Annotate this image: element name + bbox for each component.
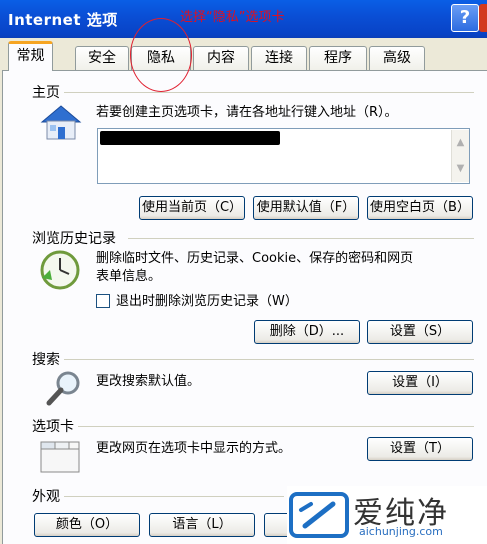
homepage-divider (64, 92, 474, 93)
history-settings-button[interactable]: 设置（S） (367, 320, 473, 344)
tabs-description: 更改网页在选项卡中显示的方式。 (96, 441, 292, 456)
window-title: Internet 选项 (8, 11, 118, 29)
history-description-line1: 删除临时文件、历史记录、Cookie、保存的密码和网页 (96, 251, 414, 266)
search-divider (64, 359, 474, 360)
scroll-down-arrow-icon[interactable]: ▼ (451, 156, 469, 182)
search-group-label: 搜索 (32, 352, 60, 368)
delete-history-button[interactable]: 删除（D）... (254, 320, 360, 344)
history-group-label: 浏览历史记录 (32, 231, 116, 247)
homepage-description: 若要创建主页选项卡，请在各地址行键入地址（R）。 (96, 105, 398, 120)
colors-button[interactable]: 颜色（O） (34, 513, 140, 537)
help-button[interactable]: ? (451, 4, 479, 32)
watermark: 爱纯净 aichunjing.com (287, 486, 487, 544)
search-description: 更改搜索默认值。 (96, 374, 201, 389)
appearance-divider (64, 496, 284, 497)
tab-content[interactable]: 内容 (193, 46, 249, 70)
search-settings-button[interactable]: 设置（I） (367, 371, 473, 395)
watermark-url: aichunjing.com (359, 525, 443, 538)
redacted-address (100, 131, 280, 145)
appearance-group-label: 外观 (32, 489, 60, 505)
scroll-up-arrow-icon[interactable]: ▲ (451, 130, 469, 156)
tab-advanced[interactable]: 高级 (369, 46, 425, 70)
history-description-line2: 表单信息。 (96, 269, 162, 284)
tab-security[interactable]: 安全 (75, 46, 129, 70)
homepage-group-label: 主页 (32, 85, 60, 101)
delete-on-exit-label[interactable]: 退出时删除浏览历史记录（W） (116, 293, 298, 311)
tab-programs[interactable]: 程序 (309, 46, 367, 70)
watermark-logo-icon (289, 492, 349, 538)
annotation-label: 选择“隐私”选项卡 (180, 10, 285, 25)
tabs-window-icon (40, 441, 80, 473)
history-clock-icon (40, 250, 80, 290)
title-bar[interactable]: Internet 选项 选择“隐私”选项卡 ? (0, 0, 487, 38)
use-blank-button[interactable]: 使用空白页（B） (367, 196, 473, 220)
use-default-button[interactable]: 使用默认值（F） (253, 196, 359, 220)
close-button[interactable] (479, 4, 487, 32)
tabs-group-label: 选项卡 (32, 419, 74, 435)
annotation-circle (130, 18, 192, 92)
delete-on-exit-checkbox[interactable] (96, 294, 110, 308)
tabs-settings-button[interactable]: 设置（T） (367, 437, 473, 461)
languages-button[interactable]: 语言（L） (149, 513, 255, 537)
magnifier-icon (46, 371, 80, 406)
tabs-divider (78, 426, 474, 427)
use-current-button[interactable]: 使用当前页（C） (139, 196, 245, 220)
history-divider (128, 238, 474, 239)
home-icon (40, 105, 82, 140)
tab-general[interactable]: 常规 (8, 41, 53, 71)
tab-connections[interactable]: 连接 (251, 46, 307, 70)
